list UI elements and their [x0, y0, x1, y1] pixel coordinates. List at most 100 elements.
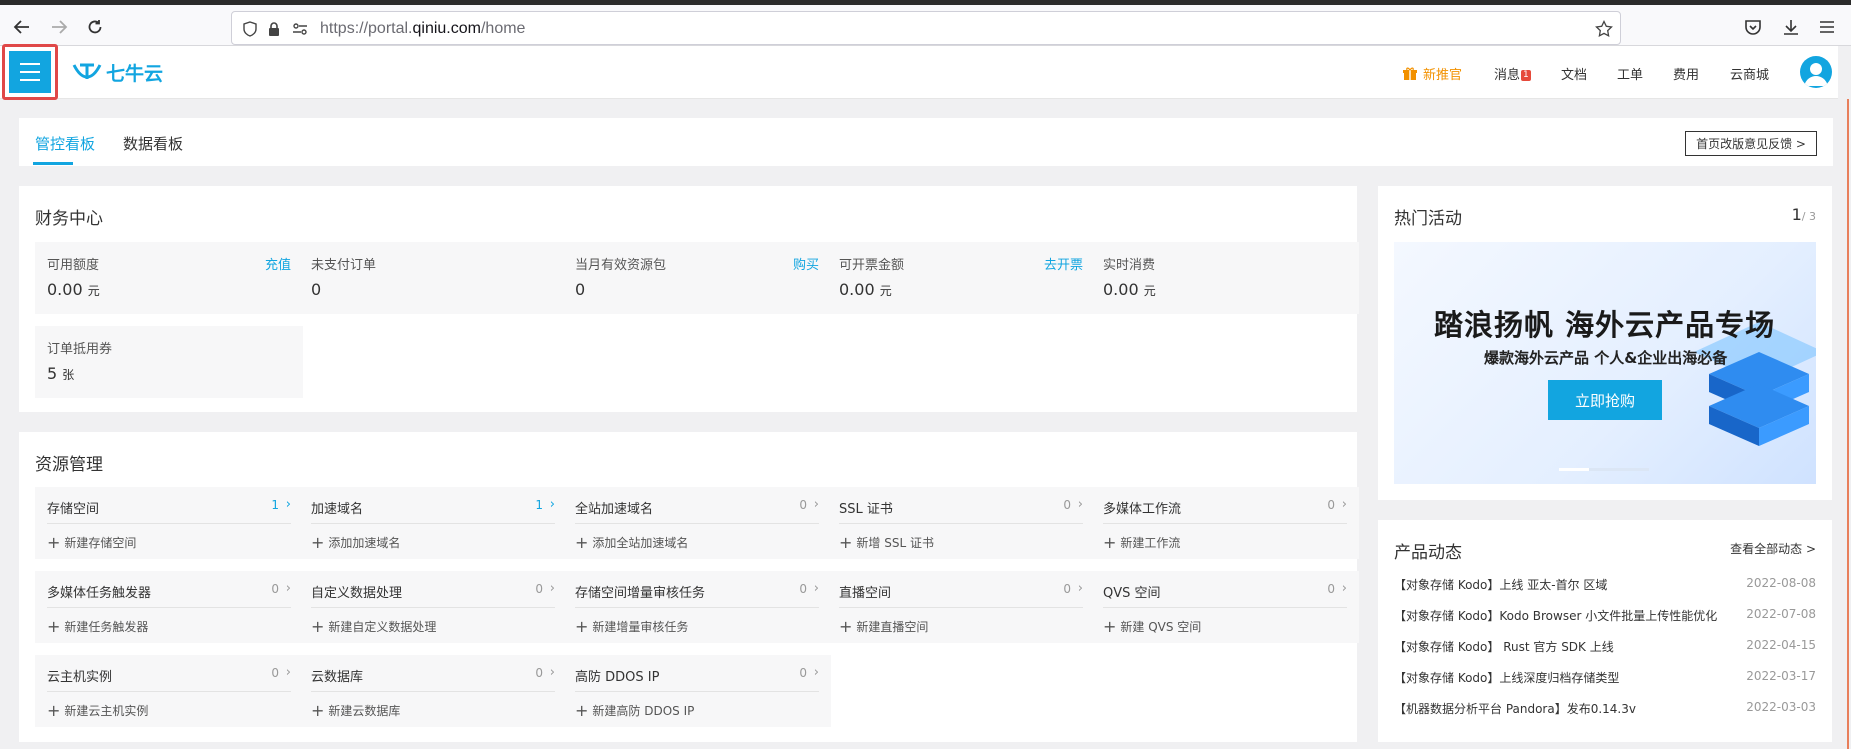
resource-label[interactable]: SSL 证书 [839, 498, 893, 517]
docs-link[interactable]: 文档 [1561, 64, 1587, 83]
resource-tile[interactable]: 自定义数据处理 0 › + 新建自定义数据处理 [299, 571, 567, 643]
brand-logo[interactable]: 七牛云 [72, 58, 163, 86]
chevron-right-icon[interactable]: › [814, 665, 819, 680]
resource-count[interactable]: 0 [271, 582, 279, 596]
tab-data-board[interactable]: 数据看板 [123, 133, 183, 154]
chevron-right-icon[interactable]: › [814, 581, 819, 596]
resource-label[interactable]: 存储空间 [47, 498, 99, 517]
chevron-right-icon[interactable]: › [550, 497, 555, 512]
lock-icon[interactable] [264, 19, 284, 39]
news-item[interactable]: 【对象存储 Kodo】Kodo Browser 小文件批量上传性能优化 [1394, 607, 1717, 624]
resource-tile[interactable]: 多媒体任务触发器 0 › + 新建任务触发器 [35, 571, 303, 643]
resource-count[interactable]: 1 [535, 498, 543, 512]
resource-count[interactable]: 0 [271, 666, 279, 680]
resource-add-link[interactable]: + 添加加速域名 [311, 533, 400, 552]
resource-tile[interactable]: QVS 空间 0 › + 新建 QVS 空间 [1091, 571, 1359, 643]
resource-count[interactable]: 0 [535, 666, 543, 680]
resource-label[interactable]: 云主机实例 [47, 666, 112, 685]
news-item[interactable]: 【对象存储 Kodo】 Rust 官方 SDK 上线 [1394, 638, 1614, 655]
messages-link[interactable]: 消息 1 [1494, 64, 1531, 83]
resource-add-link[interactable]: + 新建直播空间 [839, 617, 928, 636]
resource-add-link[interactable]: + 新建高防 DDOS IP [575, 701, 694, 720]
resource-label[interactable]: 高防 DDOS IP [575, 666, 659, 685]
resource-tile[interactable]: 存储空间增量审核任务 0 › + 新建增量审核任务 [563, 571, 831, 643]
resource-tile[interactable]: 全站加速域名 0 › + 添加全站加速域名 [563, 487, 831, 559]
resource-tile[interactable]: 云数据库 0 › + 新建云数据库 [299, 655, 567, 727]
resource-label[interactable]: 自定义数据处理 [311, 582, 402, 601]
resource-tile[interactable]: 存储空间 1 › + 新建存储空间 [35, 487, 303, 559]
pocket-button[interactable] [1737, 11, 1769, 43]
chevron-right-icon[interactable]: › [286, 665, 291, 680]
resource-tile[interactable]: SSL 证书 0 › + 新增 SSL 证书 [827, 487, 1095, 559]
invoice-link[interactable]: 去开票 [1044, 254, 1083, 273]
resource-count[interactable]: 0 [1327, 582, 1335, 596]
resource-tile[interactable]: 云主机实例 0 › + 新建云主机实例 [35, 655, 303, 727]
resource-tile[interactable]: 多媒体工作流 0 › + 新建工作流 [1091, 487, 1359, 559]
buy-now-button[interactable]: 立即抢购 [1548, 380, 1662, 420]
resource-tile[interactable]: 直播空间 0 › + 新建直播空间 [827, 571, 1095, 643]
app-menu-button[interactable] [1811, 11, 1843, 43]
resource-label[interactable]: 多媒体任务触发器 [47, 582, 151, 601]
chevron-right-icon[interactable]: › [1078, 581, 1083, 596]
back-button[interactable] [6, 11, 38, 43]
resource-add-link[interactable]: + 添加全站加速域名 [575, 533, 688, 552]
new-offer-link[interactable]: 新推官 [1403, 64, 1462, 83]
news-item[interactable]: 【机器数据分析平台 Pandora】发布0.14.3v [1394, 700, 1636, 717]
resource-add-link[interactable]: + 新建任务触发器 [47, 617, 148, 636]
user-avatar[interactable] [1800, 56, 1832, 88]
resource-label[interactable]: 多媒体工作流 [1103, 498, 1181, 517]
chevron-right-icon[interactable]: › [814, 497, 819, 512]
resource-count[interactable]: 0 [799, 582, 807, 596]
resource-label[interactable]: 直播空间 [839, 582, 891, 601]
resource-count[interactable]: 0 [1327, 498, 1335, 512]
resource-count[interactable]: 0 [799, 498, 807, 512]
news-item[interactable]: 【对象存储 Kodo】上线 亚太-首尔 区域 [1394, 576, 1607, 593]
resource-count[interactable]: 0 [1063, 498, 1071, 512]
chevron-right-icon[interactable]: › [1342, 497, 1347, 512]
resource-add-link[interactable]: + 新建存储空间 [47, 533, 136, 552]
resource-label[interactable]: 存储空间增量审核任务 [575, 582, 705, 601]
address-bar[interactable]: https://portal.qiniu.com/home [231, 11, 1621, 45]
resource-add-link[interactable]: + 新建自定义数据处理 [311, 617, 436, 636]
resource-count[interactable]: 0 [799, 666, 807, 680]
resource-add-link[interactable]: + 新建增量审核任务 [575, 617, 688, 636]
resource-add-link[interactable]: + 新建 QVS 空间 [1103, 617, 1201, 636]
resource-label[interactable]: 云数据库 [311, 666, 363, 685]
resource-add-link[interactable]: + 新建工作流 [1103, 533, 1180, 552]
resource-label[interactable]: 加速域名 [311, 498, 363, 517]
chevron-right-icon[interactable]: › [286, 581, 291, 596]
chevron-right-icon[interactable]: › [1078, 497, 1083, 512]
resource-count[interactable]: 0 [535, 582, 543, 596]
resource-label[interactable]: QVS 空间 [1103, 582, 1161, 601]
tab-control-board[interactable]: 管控看板 [35, 133, 95, 154]
resource-add-link[interactable]: + 新建云数据库 [311, 701, 400, 720]
resource-count[interactable]: 1 [271, 498, 279, 512]
forward-button[interactable] [43, 11, 75, 43]
billing-link[interactable]: 费用 [1673, 64, 1699, 83]
resource-count[interactable]: 0 [1063, 582, 1071, 596]
resource-tile[interactable]: 高防 DDOS IP 0 › + 新建高防 DDOS IP [563, 655, 831, 727]
reload-button[interactable] [79, 11, 111, 43]
chevron-right-icon[interactable]: › [550, 581, 555, 596]
chevron-right-icon[interactable]: › [1342, 581, 1347, 596]
resource-add-link[interactable]: + 新增 SSL 证书 [839, 533, 934, 552]
bookmark-star-icon[interactable] [1594, 19, 1614, 39]
news-item[interactable]: 【对象存储 Kodo】上线深度归档存储类型 [1394, 669, 1619, 686]
page-scrollbar[interactable] [1847, 99, 1849, 749]
resource-label[interactable]: 全站加速域名 [575, 498, 653, 517]
downloads-button[interactable] [1775, 11, 1807, 43]
view-all-news-link[interactable]: 查看全部动态 > [1730, 540, 1816, 557]
tickets-link[interactable]: 工单 [1617, 64, 1643, 83]
store-link[interactable]: 云商城 [1730, 64, 1769, 83]
sidebar-toggle-button[interactable] [2, 44, 58, 100]
buy-link[interactable]: 购买 [793, 254, 819, 273]
chevron-right-icon[interactable]: › [286, 497, 291, 512]
resource-add-link[interactable]: + 新建云主机实例 [47, 701, 148, 720]
recharge-link[interactable]: 充值 [265, 254, 291, 273]
shield-icon[interactable] [240, 19, 260, 39]
chevron-right-icon[interactable]: › [550, 665, 555, 680]
permissions-icon[interactable] [290, 19, 310, 39]
promo-banner[interactable]: 踏浪扬帆 海外云产品专场 爆款海外云产品 个人&企业出海必备 立即抢购 [1394, 242, 1816, 484]
resource-tile[interactable]: 加速域名 1 › + 添加加速域名 [299, 487, 567, 559]
feedback-button[interactable]: 首页改版意见反馈 > [1685, 131, 1817, 156]
